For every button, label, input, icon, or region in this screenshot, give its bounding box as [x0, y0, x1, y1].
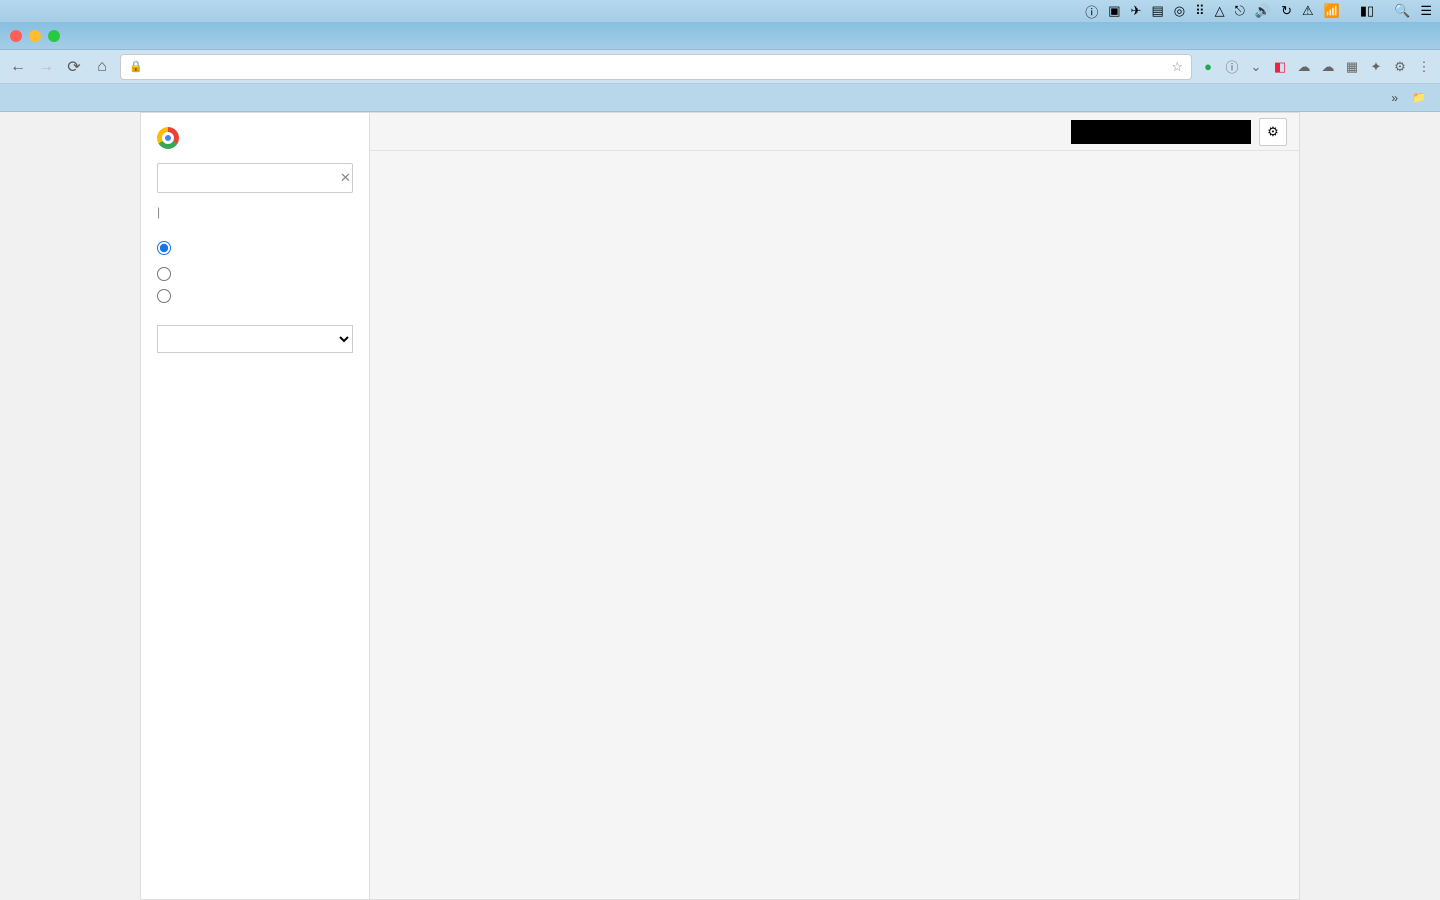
tab-bar	[0, 22, 1440, 50]
volume-icon[interactable]: 🔊	[1255, 3, 1271, 19]
sidebar: ✕ |	[140, 112, 370, 900]
ext-icon[interactable]: ●	[1200, 59, 1216, 74]
store-title	[157, 127, 353, 149]
window-zoom-icon[interactable]	[48, 30, 60, 42]
search-input[interactable]	[164, 171, 340, 186]
ext-icon[interactable]: ✦	[1368, 59, 1384, 75]
extension-icons: ● ⓘ ⌄ ◧ ☁ ☁ ▦ ✦ ⚙ ⋮	[1200, 57, 1432, 76]
reload-button[interactable]: ⟳	[64, 57, 84, 77]
back-button[interactable]: ←	[8, 58, 28, 76]
secure-lock-icon: 🔒	[129, 60, 146, 73]
ext-icon[interactable]: ☁	[1296, 59, 1312, 75]
type-apps[interactable]	[157, 285, 353, 307]
address-bar: ← → ⟳ ⌂ 🔒 ☆ ● ⓘ ⌄ ◧ ☁ ☁ ▦ ✦ ⚙ ⋮	[0, 50, 1440, 84]
user-account-redacted[interactable]	[1071, 120, 1251, 144]
status-icon[interactable]: ▤	[1151, 3, 1163, 19]
status-icon[interactable]: ✈	[1131, 3, 1142, 19]
chrome-menu-icon[interactable]: ⋮	[1416, 59, 1432, 75]
chrome-logo-icon	[157, 127, 179, 149]
wifi-icon[interactable]: ⚠︎	[1302, 3, 1314, 19]
sync-icon[interactable]: ↻	[1281, 3, 1292, 19]
ext-icon[interactable]: ⌄	[1248, 59, 1264, 75]
menu-icon[interactable]: ☰	[1420, 3, 1432, 19]
home-button[interactable]: ⌂	[92, 58, 112, 76]
search-box[interactable]: ✕	[157, 163, 353, 193]
other-bookmarks[interactable]: 📁	[1412, 91, 1430, 105]
status-icon[interactable]: ◎	[1174, 3, 1185, 19]
type-themes[interactable]	[157, 263, 353, 285]
omnibox[interactable]: 🔒 ☆	[120, 54, 1192, 80]
bookmarks-overflow[interactable]: »	[1391, 91, 1398, 105]
status-icon[interactable]: ▣	[1108, 3, 1120, 19]
settings-gear-icon[interactable]: ⚙	[1259, 118, 1287, 146]
clear-search-icon[interactable]: ✕	[340, 170, 351, 186]
status-icon[interactable]: ⠿	[1195, 3, 1205, 19]
results-panel: ⚙	[370, 112, 1300, 900]
type-extensions[interactable]	[157, 237, 179, 259]
status-icon[interactable]: △	[1215, 3, 1225, 19]
window-minimize-icon[interactable]	[29, 30, 41, 42]
battery-icon: ▮▯	[1360, 3, 1374, 19]
bluetooth-icon[interactable]: ⎋	[1235, 3, 1245, 19]
status-icon[interactable]: ⓘ	[1085, 2, 1098, 21]
forward-button[interactable]: →	[36, 58, 56, 76]
spotlight-icon[interactable]: 🔍	[1394, 3, 1410, 19]
ext-icon[interactable]: ▦	[1344, 59, 1360, 75]
ext-icon[interactable]: ⚙	[1392, 59, 1408, 75]
ext-icon[interactable]: ◧	[1272, 59, 1288, 75]
ext-icon[interactable]: ☁	[1320, 59, 1336, 75]
wifi-icon[interactable]: 📶	[1324, 3, 1340, 19]
window-close-icon[interactable]	[10, 30, 22, 42]
star-icon[interactable]: ☆	[1171, 59, 1183, 75]
bookmarks-bar: » 📁	[0, 84, 1440, 112]
macos-menubar: ⓘ ▣ ✈ ▤ ◎ ⠿ △ ⎋ 🔊 ↻ ⚠︎ 📶 ▮▯ 🔍 ☰	[0, 0, 1440, 22]
category-select[interactable]	[157, 325, 353, 353]
ext-icon[interactable]: ⓘ	[1224, 57, 1240, 76]
